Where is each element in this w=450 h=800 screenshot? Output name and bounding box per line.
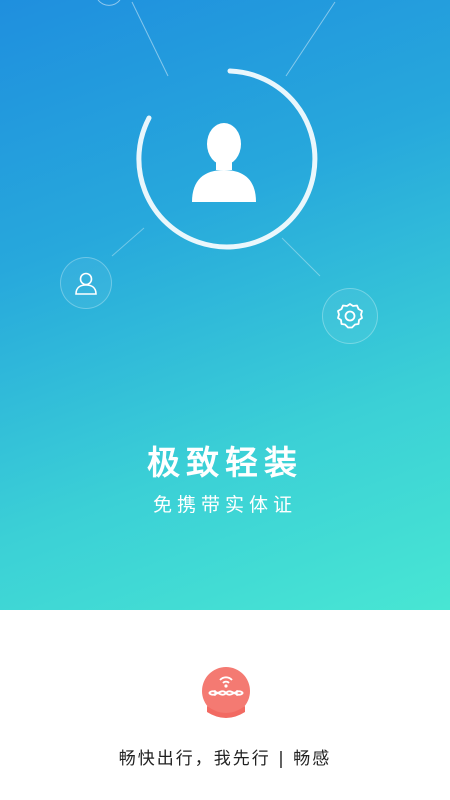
gear-icon [337, 303, 363, 329]
settings-icon-button[interactable] [322, 288, 378, 344]
hero-subline: 免携带实体证 [152, 494, 297, 516]
user-avatar-icon [192, 123, 256, 202]
app-logo-icon [202, 667, 250, 718]
hero-banner: 极致轻装 免携带实体证 [0, 0, 450, 610]
hero-headline: 极致轻装 [147, 443, 303, 482]
user-icon [75, 272, 97, 295]
orbit-decoration [97, 0, 336, 277]
user-icon-button[interactable] [60, 257, 112, 309]
app-slogan: 畅快出行，我先行 | 畅感 [118, 749, 332, 769]
